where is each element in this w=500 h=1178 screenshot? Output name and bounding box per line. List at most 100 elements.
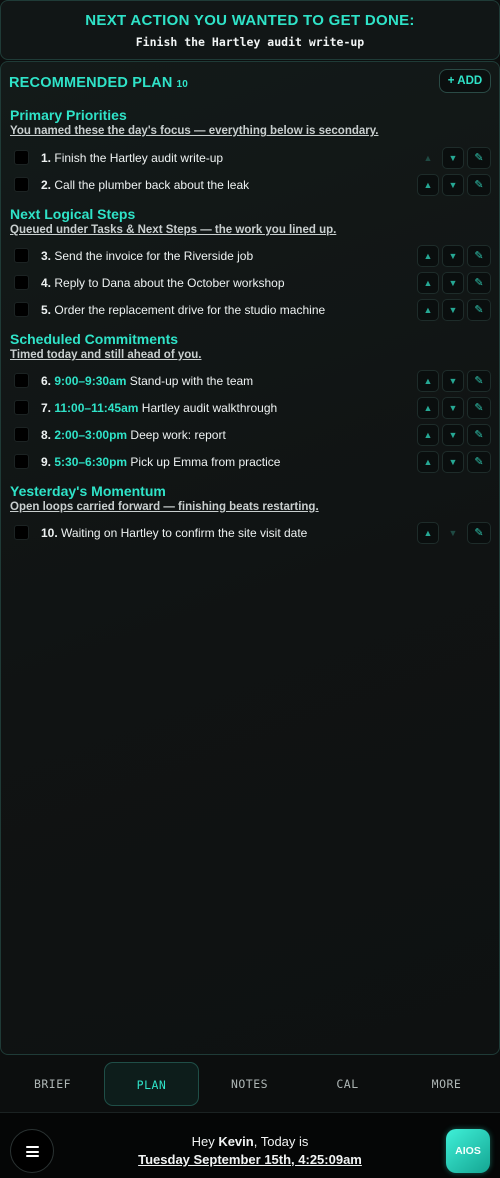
- task-checkbox[interactable]: [14, 275, 29, 290]
- aios-badge-button[interactable]: AIOS: [446, 1129, 490, 1173]
- move-up-icon[interactable]: ▲: [417, 451, 439, 473]
- task-row: 6. 9:00–9:30am Stand-up with the team ▲ …: [10, 369, 491, 396]
- next-action-task[interactable]: Finish the Hartley audit write-up: [1, 35, 499, 49]
- task-controls: ▲ ▼ ✎: [417, 147, 491, 169]
- task-checkbox[interactable]: [14, 150, 29, 165]
- move-up-icon[interactable]: ▲: [417, 397, 439, 419]
- edit-icon[interactable]: ✎: [467, 522, 491, 544]
- recommended-plan-panel: RECOMMENDED PLAN 10 + ADD Primary Priorit…: [0, 61, 500, 1055]
- edit-icon[interactable]: ✎: [467, 147, 491, 169]
- bottom-nav: BRIEF PLAN NOTES CAL MORE: [0, 1060, 500, 1110]
- move-up-icon[interactable]: ▲: [417, 174, 439, 196]
- task-text[interactable]: 7. 11:00–11:45am Hartley audit walkthrou…: [41, 401, 277, 415]
- task-controls: ▲ ▼ ✎: [417, 451, 491, 473]
- task-text[interactable]: 8. 2:00–3:00pm Deep work: report: [41, 428, 226, 442]
- section-primary-priorities: Primary Priorities You named these the d…: [10, 107, 491, 137]
- section-next-logical-steps: Next Logical Steps Queued under Tasks & …: [10, 206, 491, 236]
- tab-plan[interactable]: PLAN: [104, 1062, 199, 1106]
- edit-icon[interactable]: ✎: [467, 174, 491, 196]
- task-controls: ▲ ▼ ✎: [417, 299, 491, 321]
- task-text[interactable]: 10. Waiting on Hartley to confirm the si…: [41, 526, 307, 540]
- tab-more[interactable]: MORE: [399, 1062, 494, 1106]
- move-up-icon[interactable]: ▲: [417, 245, 439, 267]
- task-checkbox[interactable]: [14, 373, 29, 388]
- move-down-icon[interactable]: ▼: [442, 147, 464, 169]
- task-text[interactable]: 6. 9:00–9:30am Stand-up with the team: [41, 374, 253, 388]
- section-scheduled-commitments: Scheduled Commitments Timed today and st…: [10, 331, 491, 361]
- task-text[interactable]: 4. Reply to Dana about the October works…: [41, 276, 285, 290]
- tab-brief[interactable]: BRIEF: [5, 1062, 100, 1106]
- section-title: Scheduled Commitments: [10, 331, 179, 347]
- task-checkbox[interactable]: [14, 454, 29, 469]
- add-task-button[interactable]: + ADD: [439, 69, 491, 93]
- move-down-icon[interactable]: ▼: [442, 299, 464, 321]
- task-row: 5. Order the replacement drive for the s…: [10, 298, 491, 325]
- section-title: Next Logical Steps: [10, 206, 136, 222]
- task-text[interactable]: 1. Finish the Hartley audit write-up: [41, 151, 223, 165]
- task-list: 6. 9:00–9:30am Stand-up with the team ▲ …: [10, 369, 491, 477]
- task-time: 5:30–6:30pm: [54, 455, 128, 469]
- move-down-icon[interactable]: ▼: [442, 397, 464, 419]
- edit-icon[interactable]: ✎: [467, 245, 491, 267]
- edit-icon[interactable]: ✎: [467, 370, 491, 392]
- plan-title: RECOMMENDED PLAN 10: [9, 75, 189, 91]
- task-controls: ▲ ▼ ✎: [417, 424, 491, 446]
- move-up-icon[interactable]: ▲: [417, 424, 439, 446]
- greeting: Hey Kevin, Today is Tuesday September 15…: [100, 1134, 400, 1167]
- current-datetime[interactable]: Tuesday September 15th, 4:25:09am: [100, 1152, 400, 1167]
- tab-cal[interactable]: CAL: [300, 1062, 395, 1106]
- task-checkbox[interactable]: [14, 525, 29, 540]
- plan-count-badge: 10: [176, 79, 189, 90]
- user-name: Kevin: [218, 1134, 254, 1149]
- task-checkbox[interactable]: [14, 248, 29, 263]
- move-up-icon[interactable]: ▲: [417, 272, 439, 294]
- move-down-icon[interactable]: ▼: [442, 370, 464, 392]
- task-checkbox[interactable]: [14, 302, 29, 317]
- edit-icon[interactable]: ✎: [467, 299, 491, 321]
- task-controls: ▲ ▼ ✎: [417, 174, 491, 196]
- move-up-icon[interactable]: ▲: [417, 370, 439, 392]
- edit-icon[interactable]: ✎: [467, 451, 491, 473]
- tab-notes[interactable]: NOTES: [202, 1062, 297, 1106]
- task-checkbox[interactable]: [14, 427, 29, 442]
- section-subtitle: Timed today and still ahead of you.: [10, 349, 202, 361]
- task-time: 11:00–11:45am: [54, 401, 139, 415]
- move-down-icon[interactable]: ▼: [442, 174, 464, 196]
- move-up-icon[interactable]: ▲: [417, 299, 439, 321]
- task-row: 1. Finish the Hartley audit write-up ▲ ▼…: [10, 146, 491, 173]
- move-up-icon[interactable]: ▲: [417, 522, 439, 544]
- task-row: 7. 11:00–11:45am Hartley audit walkthrou…: [10, 396, 491, 423]
- task-checkbox[interactable]: [14, 177, 29, 192]
- move-down-icon: ▼: [448, 528, 458, 538]
- task-list: 10. Waiting on Hartley to confirm the si…: [10, 521, 491, 548]
- task-controls: ▲ ▼ ✎: [417, 397, 491, 419]
- section-title: Yesterday's Momentum: [10, 483, 166, 499]
- task-text[interactable]: 2. Call the plumber back about the leak: [41, 178, 249, 192]
- footer-bar: Hey Kevin, Today is Tuesday September 15…: [0, 1112, 500, 1178]
- edit-icon[interactable]: ✎: [467, 424, 491, 446]
- section-subtitle: You named these the day's focus — everyt…: [10, 125, 379, 137]
- edit-icon[interactable]: ✎: [467, 272, 491, 294]
- section-subtitle: Open loops carried forward — finishing b…: [10, 501, 319, 513]
- move-down-icon[interactable]: ▼: [442, 272, 464, 294]
- section-title: Primary Priorities: [10, 107, 127, 123]
- section-yesterdays-momentum: Yesterday's Momentum Open loops carried …: [10, 483, 491, 513]
- task-list: 1. Finish the Hartley audit write-up ▲ ▼…: [10, 146, 491, 200]
- plan-header: RECOMMENDED PLAN 10 + ADD: [9, 69, 491, 95]
- task-time: 2:00–3:00pm: [54, 428, 128, 442]
- move-down-icon[interactable]: ▼: [442, 451, 464, 473]
- task-row: 8. 2:00–3:00pm Deep work: report ▲ ▼ ✎: [10, 423, 491, 450]
- task-row: 10. Waiting on Hartley to confirm the si…: [10, 521, 491, 548]
- task-text[interactable]: 3. Send the invoice for the Riverside jo…: [41, 249, 253, 263]
- task-text[interactable]: 5. Order the replacement drive for the s…: [41, 303, 325, 317]
- task-row: 4. Reply to Dana about the October works…: [10, 271, 491, 298]
- edit-icon[interactable]: ✎: [467, 397, 491, 419]
- task-row: 9. 5:30–6:30pm Pick up Emma from practic…: [10, 450, 491, 477]
- task-controls: ▲ ▼ ✎: [417, 272, 491, 294]
- task-checkbox[interactable]: [14, 400, 29, 415]
- menu-button[interactable]: [10, 1129, 54, 1173]
- task-text[interactable]: 9. 5:30–6:30pm Pick up Emma from practic…: [41, 455, 280, 469]
- move-down-icon[interactable]: ▼: [442, 424, 464, 446]
- move-down-icon[interactable]: ▼: [442, 245, 464, 267]
- task-list: 3. Send the invoice for the Riverside jo…: [10, 244, 491, 325]
